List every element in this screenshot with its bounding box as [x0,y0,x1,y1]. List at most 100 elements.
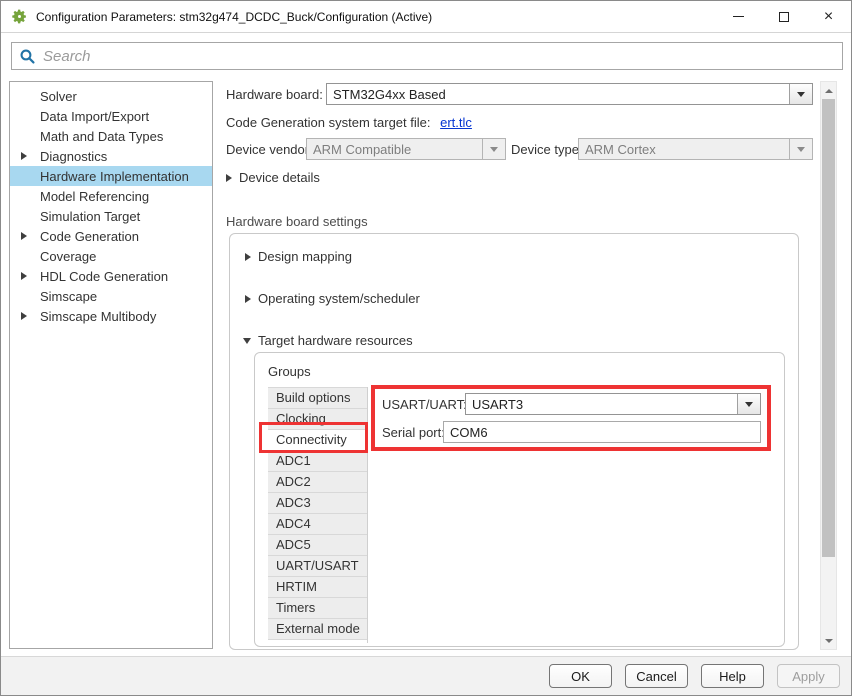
minimize-button[interactable] [716,1,761,32]
chevron-down-icon [745,402,753,407]
device-type-label: Device type: [511,142,583,157]
configuration-parameters-dialog: Configuration Parameters: stm32g474_DCDC… [0,0,852,696]
dialog-footer: OK Cancel Help Apply [1,656,851,695]
serial-port-input[interactable] [443,421,761,443]
expand-arrow-icon [226,174,232,182]
group-item-build-options[interactable]: Build options [268,388,367,409]
expand-arrow-icon[interactable] [21,152,27,160]
simulink-gear-icon [11,8,28,25]
sidebar-item-label: Coverage [40,249,96,264]
sidebar-item-simscape-multibody[interactable]: Simscape Multibody [10,306,212,326]
target-hardware-resources-toggle[interactable]: Target hardware resources [243,333,413,348]
device-vendor-value: ARM Compatible [307,139,482,159]
group-item-timers[interactable]: Timers [268,598,367,619]
group-item-external-mode[interactable]: External mode [268,619,367,640]
sidebar-item-coverage[interactable]: Coverage [10,246,212,266]
close-button[interactable]: × [806,1,851,32]
sidebar-item-label: Simscape Multibody [40,309,156,324]
groups-column: Build options Clocking Connectivity ADC1… [268,387,368,643]
scroll-up-button[interactable] [821,83,836,98]
sidebar-item-label: Diagnostics [40,149,107,164]
close-icon: × [824,9,833,25]
help-button[interactable]: Help [701,664,764,688]
navigation-tree: Solver Data Import/Export Math and Data … [9,81,213,649]
window-title: Configuration Parameters: stm32g474_DCDC… [36,10,432,24]
os-scheduler-label: Operating system/scheduler [258,291,420,306]
group-item-adc2[interactable]: ADC2 [268,472,367,493]
os-scheduler-toggle[interactable]: Operating system/scheduler [245,291,420,306]
main-panel: Hardware board: STM32G4xx Based Code Gen… [223,81,816,651]
apply-button[interactable]: Apply [777,664,840,688]
sidebar-item-hardware-implementation[interactable]: Hardware Implementation [10,166,212,186]
sidebar-item-data-import-export[interactable]: Data Import/Export [10,106,212,126]
usart-value: USART3 [466,394,737,414]
expand-arrow-icon[interactable] [21,312,27,320]
target-hardware-resources-label: Target hardware resources [258,333,413,348]
chevron-down-icon [797,92,805,97]
target-file-label: Code Generation system target file: [226,115,431,130]
sidebar-item-simscape[interactable]: Simscape [10,286,212,306]
hardware-board-value: STM32G4xx Based [327,84,789,104]
usart-label: USART/UART: [382,397,467,412]
chevron-down-icon [490,147,498,152]
device-vendor-dropdown: ARM Compatible [306,138,506,160]
sidebar-item-simulation-target[interactable]: Simulation Target [10,206,212,226]
sidebar-item-code-generation[interactable]: Code Generation [10,226,212,246]
target-hardware-resources-box: Groups Build options Clocking Connectivi… [254,352,785,647]
group-item-hrtim[interactable]: HRTIM [268,577,367,598]
group-item-adc3[interactable]: ADC3 [268,493,367,514]
hardware-board-dropdown[interactable]: STM32G4xx Based [326,83,813,105]
sidebar-item-label: Solver [40,89,77,104]
target-file-row: Code Generation system target file: ert.… [226,115,472,130]
search-bar [11,42,843,70]
expand-arrow-icon[interactable] [21,272,27,280]
search-icon [19,48,36,65]
group-item-uart-usart[interactable]: UART/USART [268,556,367,577]
sidebar-item-label: Simscape [40,289,97,304]
scrollbar-thumb[interactable] [822,99,835,557]
groups-list: Build options Clocking Connectivity ADC1… [268,387,367,640]
cancel-button[interactable]: Cancel [625,664,688,688]
usart-dropdown[interactable]: USART3 [465,393,761,415]
sidebar-item-solver[interactable]: Solver [10,86,212,106]
expand-arrow-icon [245,253,251,261]
search-input[interactable] [36,43,842,69]
device-type-value: ARM Cortex [579,139,789,159]
dropdown-arrow-button[interactable] [737,394,760,414]
sidebar-item-label: Code Generation [40,229,139,244]
dropdown-arrow-button [789,139,812,159]
sidebar-item-diagnostics[interactable]: Diagnostics [10,146,212,166]
usart-annotation-box: USART/UART: USART3 Serial port: [371,385,771,451]
sidebar-item-hdl-code-generation[interactable]: HDL Code Generation [10,266,212,286]
target-file-link[interactable]: ert.tlc [440,115,472,130]
group-item-clocking[interactable]: Clocking [268,409,367,430]
sidebar-item-label: HDL Code Generation [40,269,168,284]
maximize-icon [779,12,789,22]
group-item-connectivity[interactable]: Connectivity [268,430,367,451]
expand-arrow-icon [245,295,251,303]
board-settings-box: Design mapping Operating system/schedule… [229,233,799,650]
vertical-scrollbar[interactable] [820,81,837,650]
expand-arrow-icon[interactable] [21,232,27,240]
scroll-down-button[interactable] [821,633,836,648]
ok-button[interactable]: OK [549,664,612,688]
chevron-down-icon [797,147,805,152]
serial-port-label: Serial port: [382,425,445,440]
hardware-board-label: Hardware board: [226,87,323,102]
minimize-icon [733,16,744,17]
sidebar-item-model-referencing[interactable]: Model Referencing [10,186,212,206]
group-item-adc4[interactable]: ADC4 [268,514,367,535]
device-vendor-label: Device vendor: [226,142,313,157]
device-details-toggle[interactable]: Device details [226,170,320,185]
sidebar-item-math-and-data-types[interactable]: Math and Data Types [10,126,212,146]
sidebar-item-label: Math and Data Types [40,129,163,144]
dropdown-arrow-button [482,139,505,159]
dropdown-arrow-button[interactable] [789,84,812,104]
collapse-arrow-icon [243,338,251,344]
group-item-adc1[interactable]: ADC1 [268,451,367,472]
groups-title: Groups [268,364,311,379]
group-item-adc5[interactable]: ADC5 [268,535,367,556]
design-mapping-toggle[interactable]: Design mapping [245,249,352,264]
maximize-button[interactable] [761,1,806,32]
device-type-dropdown: ARM Cortex [578,138,813,160]
